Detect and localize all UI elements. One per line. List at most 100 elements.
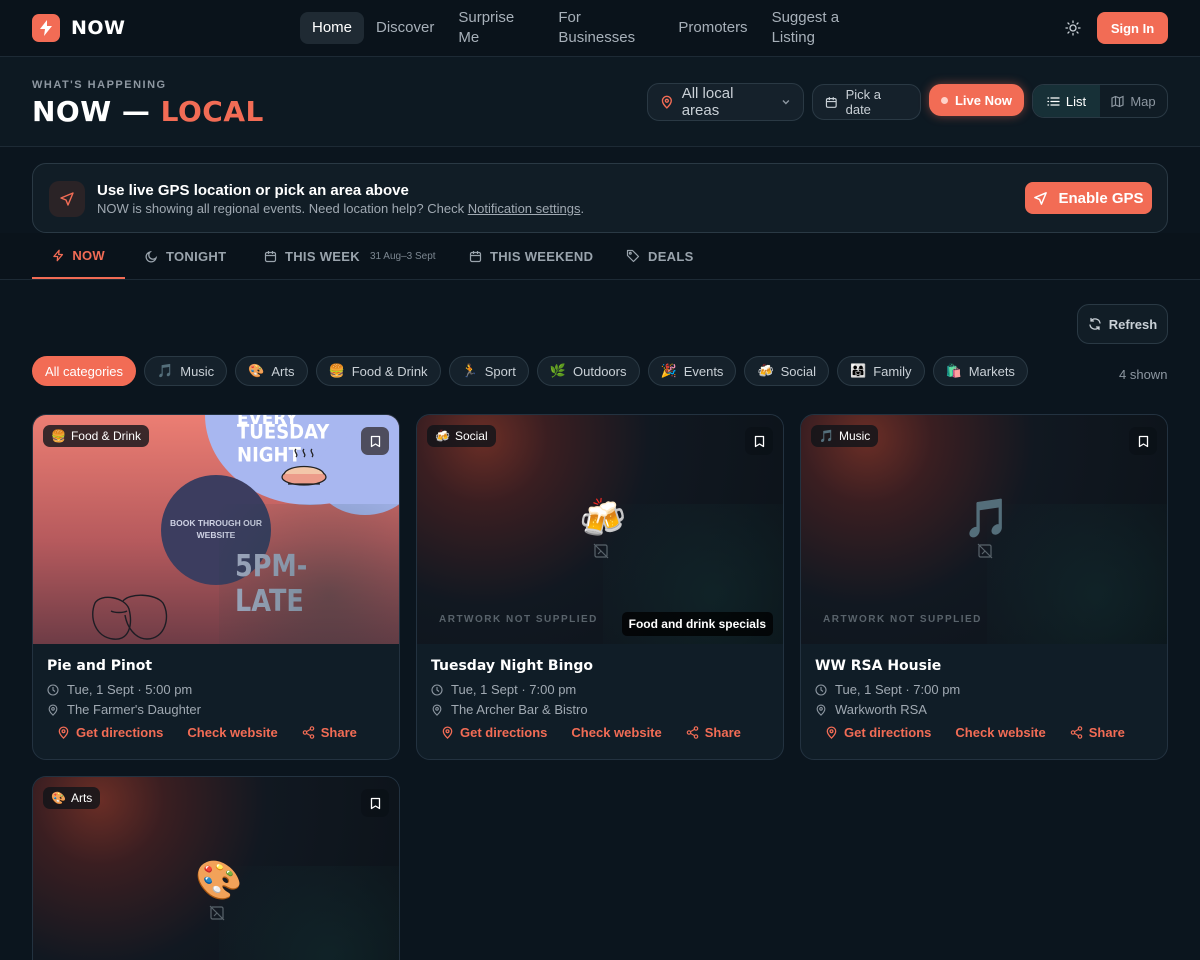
category-social[interactable]: 🍻 Social: [744, 356, 830, 386]
tab-this-weekend[interactable]: THIS WEEKEND: [449, 233, 613, 279]
notification-settings-link[interactable]: Notification settings: [468, 201, 581, 216]
refresh-label: Refresh: [1108, 316, 1158, 332]
tab-now[interactable]: NOW: [32, 233, 125, 279]
event-venue: The Farmer's Daughter: [47, 702, 387, 717]
refresh-icon: [1089, 317, 1101, 331]
event-card[interactable]: EVERY TUESDAY NIGHT BOOK THROUGH OUR WEB…: [32, 414, 400, 760]
event-flyer: EVERY TUESDAY NIGHT BOOK THROUGH OUR WEB…: [33, 415, 399, 644]
tab-deals-label: DEALS: [648, 248, 694, 264]
live-now-button[interactable]: Live Now: [929, 84, 1024, 116]
bookmark-icon: [1138, 435, 1148, 447]
share-label: Share: [1088, 725, 1125, 740]
nav-surprise-me[interactable]: Surprise Me: [446, 8, 546, 48]
nav-promoters[interactable]: Promoters: [666, 18, 759, 38]
enable-gps-label: Enable GPS: [1058, 189, 1144, 207]
map-view-button[interactable]: Map: [1100, 85, 1167, 117]
page-header: WHAT'S HAPPENING NOW — LOCAL All local a…: [0, 57, 1200, 147]
top-navigation: NOW Home Discover Surprise Me For Busine…: [0, 0, 1200, 57]
get-directions-link[interactable]: Get directions: [57, 725, 163, 740]
event-time-text: Tue, 1 Sept · 5:00 pm: [67, 682, 193, 697]
check-website-link[interactable]: Check website: [571, 725, 661, 740]
card-body: Tuesday Night Bingo Tue, 1 Sept · 7:00 p…: [431, 658, 771, 740]
artwork-note: ARTWORK NOT SUPPLIED: [439, 614, 598, 625]
results-count: 4 shown: [1119, 367, 1168, 382]
brand-logo[interactable]: NOW: [32, 14, 126, 42]
shopping-bags-icon: 🛍️: [945, 363, 962, 378]
list-icon: [1047, 96, 1060, 106]
wine-glasses-icon: [92, 594, 168, 640]
check-website-link[interactable]: Check website: [187, 725, 277, 740]
category-badge-label: Food & Drink: [70, 429, 141, 443]
category-badge-label: Music: [838, 429, 871, 443]
image-off-icon: [209, 905, 225, 921]
event-image-placeholder: 🍻 Social 🍻 ARTWORK NOT SUPPLIED Food and…: [417, 415, 783, 644]
category-events[interactable]: 🎉 Events: [647, 356, 737, 386]
map-pin-icon: [432, 703, 442, 716]
get-directions-link[interactable]: Get directions: [825, 725, 931, 740]
share-link[interactable]: Share: [1070, 725, 1125, 740]
category-music[interactable]: 🎵 Music: [144, 356, 228, 386]
bookmark-button[interactable]: [745, 427, 773, 455]
list-view-button[interactable]: List: [1033, 85, 1100, 117]
event-card[interactable]: 🎨 Arts 🎨: [32, 776, 400, 960]
sign-in-button[interactable]: Sign In: [1097, 12, 1168, 44]
check-website-link[interactable]: Check website: [955, 725, 1045, 740]
tab-this-week[interactable]: THIS WEEK 31 Aug–3 Sept: [244, 233, 456, 279]
herb-icon: 🌿: [549, 363, 567, 378]
event-card[interactable]: 🍻 Social 🍻 ARTWORK NOT SUPPLIED Food and…: [416, 414, 784, 760]
event-time-text: Tue, 1 Sept · 7:00 pm: [835, 682, 961, 697]
clock-icon: [47, 683, 59, 696]
share-link[interactable]: Share: [302, 725, 357, 740]
pick-date-button[interactable]: Pick a date: [812, 84, 921, 120]
enable-gps-button[interactable]: Enable GPS: [1025, 182, 1152, 214]
bookmark-icon: [754, 435, 764, 447]
category-markets-label: Markets: [968, 363, 1015, 379]
event-venue: The Archer Bar & Bistro: [431, 702, 771, 717]
share-icon: [686, 726, 699, 739]
check-website-label: Check website: [955, 725, 1046, 740]
card-actions: Get directions Check website Share: [431, 725, 771, 740]
get-directions-label: Get directions: [76, 725, 164, 740]
category-badge: 🎵 Music: [811, 425, 879, 447]
category-all[interactable]: All categories: [32, 356, 137, 386]
navigation-arrow-icon: [49, 181, 85, 217]
nav-suggest-listing[interactable]: Suggest a Listing: [760, 8, 858, 48]
sun-icon[interactable]: [1062, 17, 1084, 39]
music-note-icon: 🎵: [963, 498, 1011, 540]
map-view-label: Map: [1130, 93, 1156, 109]
calendar-icon: [264, 250, 277, 262]
get-directions-link[interactable]: Get directions: [441, 725, 547, 740]
share-icon: [1070, 726, 1083, 739]
bookmark-button[interactable]: [361, 789, 389, 817]
bookmark-button[interactable]: [1129, 427, 1157, 455]
gps-banner: Use live GPS location or pick an area ab…: [32, 163, 1168, 233]
view-toggle: List Map: [1032, 84, 1168, 118]
category-sport[interactable]: 🏃 Sport: [448, 356, 529, 386]
category-all-label: All categories: [45, 363, 124, 379]
tab-tonight[interactable]: TONIGHT: [125, 233, 246, 279]
category-arts[interactable]: 🎨 Arts: [235, 356, 308, 386]
category-badge-label: Social: [454, 429, 488, 443]
flyer-circle-text: BOOK THROUGH OUR WEBSITE: [169, 518, 263, 540]
category-arts-label: Arts: [271, 363, 295, 379]
nav-discover[interactable]: Discover: [364, 18, 446, 38]
palette-icon: 🎨: [51, 791, 66, 805]
share-link[interactable]: Share: [686, 725, 741, 740]
category-food-drink[interactable]: 🍔 Food & Drink: [315, 356, 441, 386]
category-outdoors[interactable]: 🌿 Outdoors: [536, 356, 640, 386]
area-select[interactable]: All local areas: [647, 83, 804, 121]
event-venue-text: The Farmer's Daughter: [67, 702, 201, 717]
nav-home[interactable]: Home: [300, 12, 365, 44]
event-card[interactable]: 🎵 Music 🎵 ARTWORK NOT SUPPLIED WW RSA Ho…: [800, 414, 1168, 760]
map-pin-icon: [826, 726, 837, 739]
refresh-button[interactable]: Refresh: [1077, 304, 1168, 344]
pick-date-label: Pick a date: [845, 87, 882, 117]
card-body: WW RSA Housie Tue, 1 Sept · 7:00 pm Wark…: [815, 658, 1155, 740]
nav-for-businesses[interactable]: For Businesses: [546, 8, 666, 48]
category-badge: 🎨 Arts: [43, 787, 101, 809]
bookmark-button[interactable]: [361, 427, 389, 455]
tab-deals[interactable]: DEALS: [606, 233, 714, 279]
category-family[interactable]: 👨‍👩‍👧 Family: [837, 356, 925, 386]
category-markets[interactable]: 🛍️ Markets: [932, 356, 1028, 386]
card-actions: Get directions Check website Share: [815, 725, 1155, 740]
